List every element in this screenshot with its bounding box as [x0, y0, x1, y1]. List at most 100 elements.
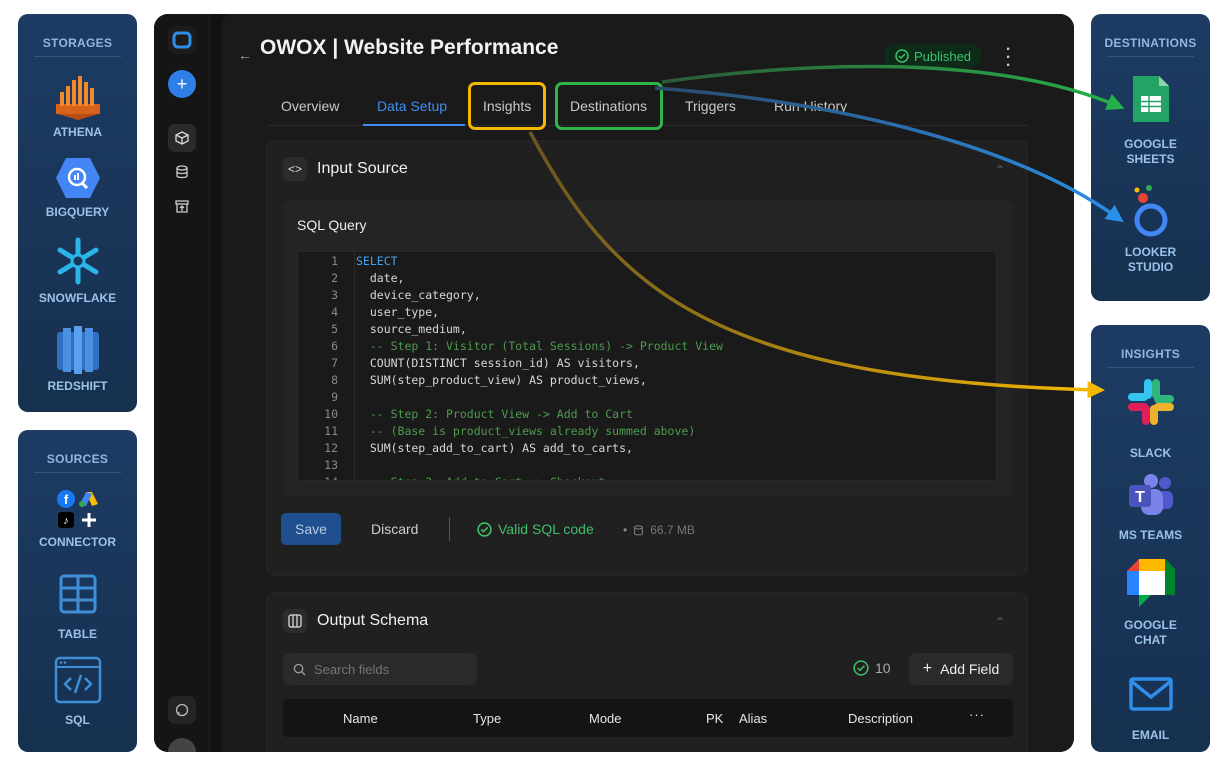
page-title: OWOX | Website Performance — [260, 36, 559, 59]
save-button[interactable]: Save — [281, 513, 341, 545]
source-connector[interactable]: f ♪ CONNECTOR — [18, 486, 137, 550]
search-fields[interactable] — [283, 653, 477, 685]
slack-icon — [1127, 379, 1174, 425]
insight-label: SLACK — [1129, 446, 1172, 460]
input-source-card: <> Input Source ⌃ SQL Query 1 SELECT 2 dat… — [266, 140, 1028, 576]
insight-email[interactable]: EMAIL — [1091, 677, 1210, 743]
line-number: 8 — [331, 373, 338, 387]
code-line: -- Step 1: Visitor (Total Sessions) -> P… — [356, 339, 723, 353]
storage-snowflake[interactable]: SNOWFLAKE — [18, 236, 137, 306]
divider — [34, 472, 121, 473]
destination-looker-studio[interactable]: LOOKER STUDIO — [1091, 184, 1210, 275]
status-badge: Published — [884, 44, 982, 68]
storage-athena[interactable]: ATHENA — [18, 74, 137, 140]
code-line: COUNT(DISTINCT session_id) AS visitors, — [356, 356, 640, 370]
app-window: + ← OWOX | Website Performance Published… — [154, 14, 1074, 752]
storage-redshift[interactable]: REDSHIFT — [18, 326, 137, 394]
collapse-chevron-icon[interactable]: ⌃ — [995, 163, 1005, 177]
athena-icon — [55, 76, 100, 120]
line-number: 14 — [298, 475, 338, 480]
column-header-name[interactable]: Name — [343, 711, 378, 726]
input-source-title: Input Source — [317, 160, 408, 177]
add-field-button[interactable]: + Add Field — [909, 653, 1013, 685]
divider — [1107, 367, 1194, 368]
output-schema-title: Output Schema — [317, 612, 429, 629]
email-icon — [1128, 677, 1173, 711]
column-menu-icon[interactable]: ··· — [969, 707, 985, 722]
line-number: 5 — [331, 322, 338, 336]
check-circle-icon — [477, 521, 492, 537]
sources-title: SOURCES — [46, 452, 109, 466]
cube-icon[interactable] — [168, 124, 196, 152]
destination-label: GOOGLE — [1124, 137, 1177, 151]
column-header-mode[interactable]: Mode — [589, 711, 622, 726]
destinations-title: DESTINATIONS — [1104, 36, 1197, 50]
divider — [34, 56, 121, 57]
field-count-value: 10 — [875, 660, 891, 676]
storage-bigquery[interactable]: BIGQUERY — [18, 156, 137, 220]
source-label: TABLE — [57, 627, 98, 641]
destination-label: STUDIO — [1127, 260, 1174, 274]
code-line: SUM(step_add_to_cart) AS add_to_carts, — [356, 441, 633, 455]
destination-google-sheets[interactable]: GOOGLE SHEETS — [1091, 74, 1210, 167]
destination-label: LOOKER — [1124, 245, 1177, 259]
gutter-line — [354, 252, 355, 480]
insight-slack[interactable]: SLACK — [1091, 377, 1210, 461]
query-size: • 66.7 MB — [623, 523, 695, 537]
svg-text:f: f — [63, 492, 68, 507]
chat-icon[interactable] — [168, 696, 196, 724]
bigquery-icon — [55, 158, 100, 198]
sql-code-editor[interactable]: 1 SELECT 2 date, 3 device_category, 4 user_t… — [297, 251, 997, 481]
source-sql[interactable]: SQL — [18, 656, 137, 728]
database-icon[interactable] — [168, 158, 196, 186]
connector-icons: f ♪ — [56, 490, 98, 528]
column-header-description[interactable]: Description — [848, 711, 913, 726]
snowflake-icon — [57, 237, 98, 285]
storage-label: SNOWFLAKE — [38, 291, 117, 305]
validation-status: Valid SQL code — [477, 521, 594, 537]
line-number: 4 — [331, 305, 338, 319]
left-rail: + — [154, 14, 210, 752]
storage-label: REDSHIFT — [47, 379, 108, 393]
code-line: SELECT — [356, 254, 398, 268]
tab-triggers[interactable]: Triggers — [685, 98, 736, 114]
database-icon — [634, 524, 644, 535]
output-schema-header[interactable]: Output Schema — [283, 609, 428, 633]
insights-tab-highlight — [468, 82, 546, 130]
back-arrow-icon[interactable]: ← — [238, 47, 252, 63]
code-line: user_type, — [356, 305, 440, 319]
source-table[interactable]: TABLE — [18, 574, 137, 642]
tab-run-history[interactable]: Run History — [774, 98, 847, 114]
sql-query-label: SQL Query — [297, 217, 367, 233]
line-number: 7 — [331, 356, 338, 370]
redshift-icon — [56, 326, 99, 374]
check-circle-icon — [895, 49, 909, 63]
source-label: CONNECTOR — [38, 535, 117, 549]
more-menu-icon[interactable]: · · · — [1002, 42, 1014, 74]
column-header-alias[interactable]: Alias — [739, 711, 767, 726]
destination-label: SHEETS — [1126, 152, 1175, 166]
check-circle-icon — [853, 660, 869, 676]
storage-label: ATHENA — [52, 125, 103, 139]
logo-icon[interactable] — [168, 26, 196, 54]
tab-overview[interactable]: Overview — [281, 98, 339, 114]
tab-data-setup[interactable]: Data Setup — [377, 98, 447, 114]
dot-separator: • — [623, 523, 628, 537]
input-source-header[interactable]: <> Input Source — [283, 157, 408, 181]
status-label: Published — [913, 48, 972, 64]
insight-google-chat[interactable]: GOOGLE CHAT — [1091, 557, 1210, 648]
plus-icon[interactable]: + — [168, 70, 196, 98]
schema-table-header: Name Type Mode PK Alias Description ··· — [283, 699, 1013, 737]
storages-title: STORAGES — [42, 36, 113, 50]
search-input[interactable] — [314, 661, 454, 677]
svg-text:♪: ♪ — [63, 515, 69, 527]
divider — [449, 517, 450, 541]
avatar[interactable] — [168, 738, 196, 752]
discard-button[interactable]: Discard — [371, 521, 418, 537]
upload-icon[interactable] — [168, 192, 196, 220]
column-header-pk[interactable]: PK — [706, 711, 723, 726]
svg-text:T: T — [1135, 489, 1145, 506]
column-header-type[interactable]: Type — [473, 711, 501, 726]
insight-ms-teams[interactable]: T MS TEAMS — [1091, 473, 1210, 543]
collapse-chevron-icon[interactable]: ⌃ — [995, 615, 1005, 629]
